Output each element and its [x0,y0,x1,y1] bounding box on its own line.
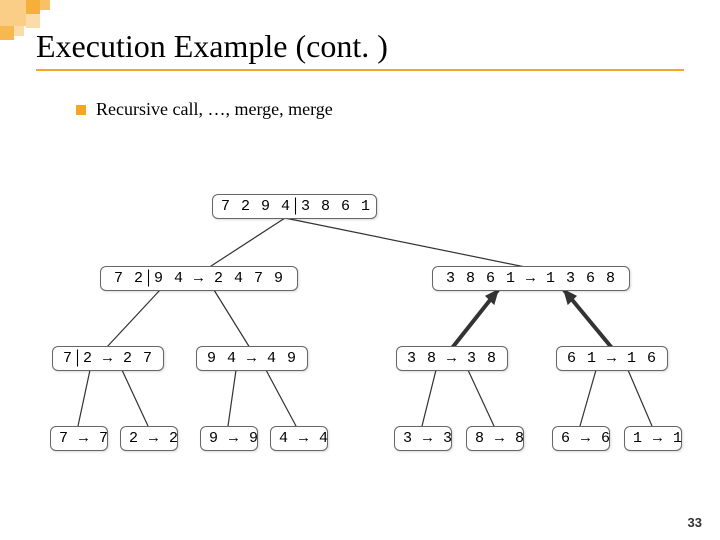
slide-title: Execution Example (cont. ) [36,28,684,71]
tree-node-l1-1: 3 8 6 1 → 1 3 6 8 [432,266,630,291]
tree-node-l3-6: 6 → 6 [552,426,610,451]
tree-node-l2-2: 3 8 → 3 8 [396,346,508,371]
tree-node-l1-0: 7 2│9 4 → 2 4 7 9 [100,266,298,291]
tree-node-l3-3: 4 → 4 [270,426,328,451]
tree-node-l3-2: 9 → 9 [200,426,258,451]
page-number: 33 [688,515,702,530]
merge-tree: 7 2 9 4│3 8 6 1 7 2│9 4 → 2 4 7 9 3 8 6 … [0,170,720,500]
tree-node-l3-7: 1 → 1 [624,426,682,451]
tree-node-l2-3: 6 1 → 1 6 [556,346,668,371]
tree-node-l3-1: 2 → 2 [120,426,178,451]
bullet-text: Recursive call, …, merge, merge [96,99,333,120]
tree-node-l3-4: 3 → 3 [394,426,452,451]
bullet-item: Recursive call, …, merge, merge [76,99,684,120]
bullet-icon [76,105,86,115]
tree-node-l2-1: 9 4 → 4 9 [196,346,308,371]
tree-node-l2-0: 7│2 → 2 7 [52,346,164,371]
tree-node-l3-0: 7 → 7 [50,426,108,451]
tree-node-root: 7 2 9 4│3 8 6 1 [212,194,377,219]
tree-node-l3-5: 8 → 8 [466,426,524,451]
